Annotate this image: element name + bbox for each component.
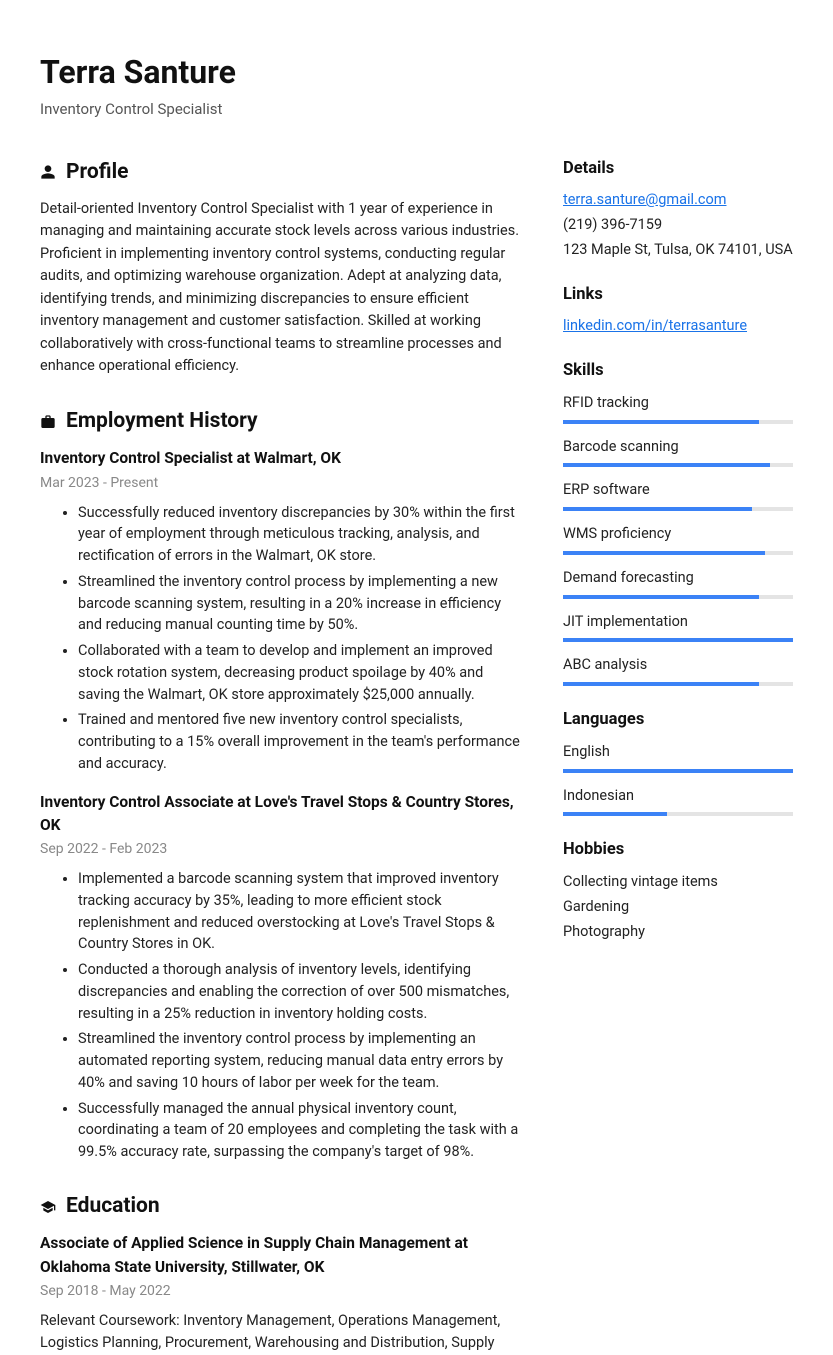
skill-name: WMS proficiency (563, 523, 793, 545)
job-entry: Inventory Control Associate at Love's Tr… (40, 791, 523, 1163)
language-name: English (563, 741, 793, 763)
skills-title: Skills (563, 359, 793, 384)
skill-name: JIT implementation (563, 611, 793, 633)
skill-item: Barcode scanning (563, 436, 793, 468)
language-bar (563, 769, 793, 773)
job-title: Inventory Control Specialist at Walmart,… (40, 447, 523, 470)
skill-bar (563, 638, 793, 642)
job-dates: Mar 2023 - Present (40, 473, 523, 494)
hobby-item: Gardening (563, 896, 793, 918)
skill-bar-fill (563, 507, 752, 511)
language-bar-fill (563, 769, 793, 773)
skill-bar (563, 507, 793, 511)
graduation-cap-icon (40, 1199, 56, 1215)
skills-section: Skills RFID tracking Barcode scanning ERP … (563, 359, 793, 686)
linkedin-link[interactable]: linkedin.com/in/terrasanture (563, 317, 747, 334)
skill-name: RFID tracking (563, 392, 793, 414)
links-title: Links (563, 283, 793, 308)
languages-section: Languages English Indonesian (563, 708, 793, 816)
hobbies-title: Hobbies (563, 838, 793, 863)
language-item: English (563, 741, 793, 773)
job-bullet: Successfully reduced inventory discrepan… (78, 502, 523, 567)
skill-name: ABC analysis (563, 654, 793, 676)
skill-item: RFID tracking (563, 392, 793, 424)
skill-bar-fill (563, 682, 759, 686)
job-dates: Sep 2022 - Feb 2023 (40, 839, 523, 860)
job-bullet: Successfully managed the annual physical… (78, 1098, 523, 1163)
details-title: Details (563, 157, 793, 182)
skill-bar-fill (563, 420, 759, 424)
skill-name: ERP software (563, 479, 793, 501)
email-link[interactable]: terra.santure@gmail.com (563, 191, 727, 208)
job-bullet: Streamlined the inventory control proces… (78, 571, 523, 636)
links-section: Links linkedin.com/in/terrasanture (563, 283, 793, 338)
job-bullet: Implemented a barcode scanning system th… (78, 868, 523, 955)
person-name: Terra Santure (40, 48, 793, 96)
profile-title: Profile (66, 157, 128, 189)
skill-bar (563, 551, 793, 555)
skill-bar-fill (563, 551, 765, 555)
hobby-item: Collecting vintage items (563, 871, 793, 893)
languages-title: Languages (563, 708, 793, 733)
main-column: Profile Detail-oriented Inventory Contro… (40, 157, 523, 1355)
job-bullets: Successfully reduced inventory discrepan… (40, 502, 523, 775)
job-title: Inventory Control Associate at Love's Tr… (40, 791, 523, 838)
language-bar (563, 812, 793, 816)
education-desc: Relevant Coursework: Inventory Managemen… (40, 1310, 523, 1355)
briefcase-icon (40, 414, 56, 430)
job-bullets: Implemented a barcode scanning system th… (40, 868, 523, 1163)
job-bullet: Streamlined the inventory control proces… (78, 1028, 523, 1093)
language-name: Indonesian (563, 785, 793, 807)
skill-bar (563, 420, 793, 424)
skill-item: WMS proficiency (563, 523, 793, 555)
education-title: Education (66, 1191, 160, 1223)
education-entry: Associate of Applied Science in Supply C… (40, 1232, 523, 1354)
skill-bar (563, 595, 793, 599)
phone-text: (219) 396-7159 (563, 214, 793, 236)
skill-item: ERP software (563, 479, 793, 511)
job-entry: Inventory Control Specialist at Walmart,… (40, 447, 523, 774)
details-section: Details terra.santure@gmail.com (219) 39… (563, 157, 793, 261)
skill-name: Barcode scanning (563, 436, 793, 458)
education-dates: Sep 2018 - May 2022 (40, 1281, 523, 1302)
employment-section: Employment History Inventory Control Spe… (40, 406, 523, 1163)
job-bullet: Collaborated with a team to develop and … (78, 640, 523, 705)
profile-section: Profile Detail-oriented Inventory Contro… (40, 157, 523, 378)
education-degree: Associate of Applied Science in Supply C… (40, 1232, 523, 1279)
resume-header: Terra Santure Inventory Control Speciali… (40, 48, 793, 121)
job-bullet: Conducted a thorough analysis of invento… (78, 959, 523, 1024)
skill-bar-fill (563, 595, 759, 599)
skill-item: ABC analysis (563, 654, 793, 686)
skill-item: JIT implementation (563, 611, 793, 643)
skill-bar (563, 463, 793, 467)
skill-item: Demand forecasting (563, 567, 793, 599)
employment-title: Employment History (66, 406, 258, 438)
skill-bar-fill (563, 463, 770, 467)
profile-text: Detail-oriented Inventory Control Specia… (40, 198, 523, 378)
address-text: 123 Maple St, Tulsa, OK 74101, USA (563, 239, 793, 261)
language-bar-fill (563, 812, 667, 816)
hobbies-section: Hobbies Collecting vintage items Gardenin… (563, 838, 793, 942)
skill-bar (563, 682, 793, 686)
hobby-item: Photography (563, 921, 793, 943)
language-item: Indonesian (563, 785, 793, 817)
skill-name: Demand forecasting (563, 567, 793, 589)
person-icon (40, 164, 56, 180)
job-bullet: Trained and mentored five new inventory … (78, 709, 523, 774)
skill-bar-fill (563, 638, 793, 642)
person-title: Inventory Control Specialist (40, 98, 793, 121)
side-column: Details terra.santure@gmail.com (219) 39… (563, 157, 793, 1355)
education-section: Education Associate of Applied Science i… (40, 1191, 523, 1355)
